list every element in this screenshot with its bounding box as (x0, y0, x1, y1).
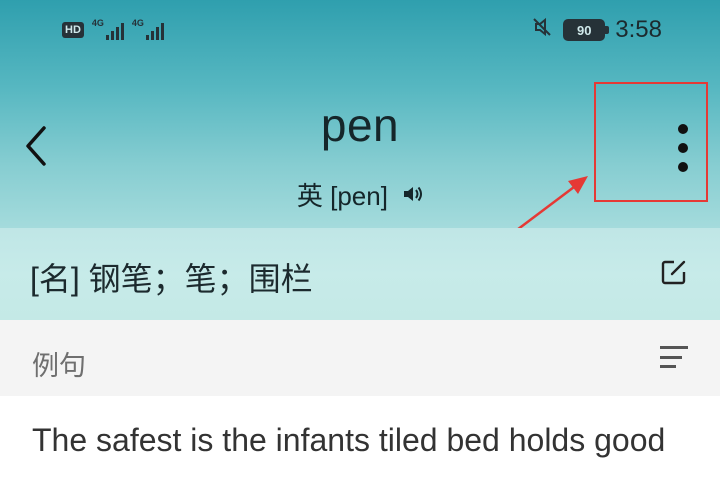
clock: 3:58 (615, 16, 662, 43)
phonetic-text: [pen] (330, 181, 388, 211)
annotation-highlight-box (594, 82, 708, 202)
example-sentence: The safest is the infants tiled bed hold… (32, 422, 666, 458)
hd-badge: HD (62, 22, 84, 38)
signal-icon: 4G (92, 18, 124, 40)
mute-icon (531, 16, 553, 44)
list-icon[interactable] (660, 346, 688, 368)
examples-header (0, 320, 720, 396)
speaker-icon[interactable] (403, 185, 423, 209)
edit-icon[interactable] (660, 258, 688, 286)
signal-icon: 4G (132, 18, 164, 40)
definition-text: [名] 钢笔；笔；围栏 (30, 261, 313, 297)
region-label: 英 (296, 181, 323, 211)
status-bar: HD 4G 4G 90 3:58 (0, 14, 720, 54)
battery-icon: 90 (563, 19, 610, 41)
examples-label: 例句 (32, 351, 86, 381)
